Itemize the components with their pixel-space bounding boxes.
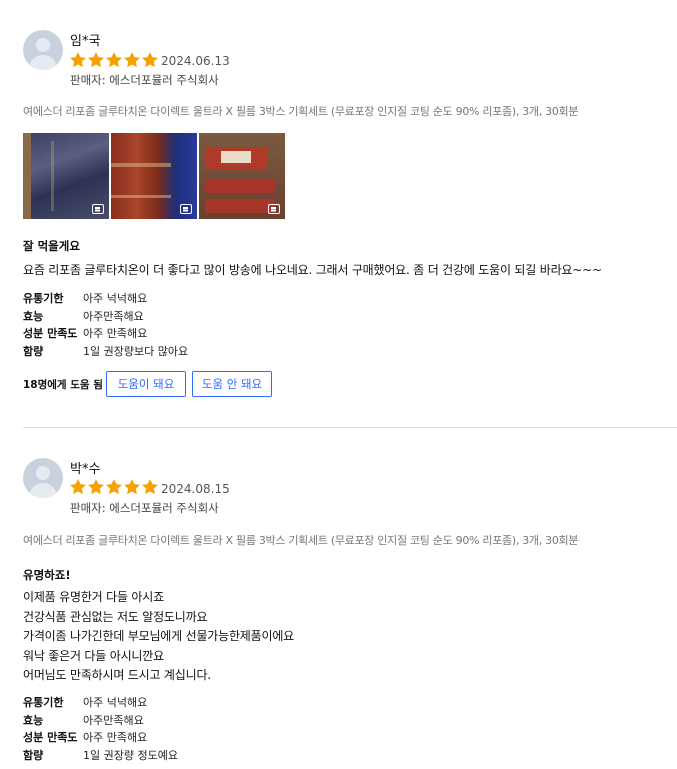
survey-answer: 아주 만족해요 [83,731,148,745]
star-icon [105,51,123,69]
survey-answer: 1일 권장량보다 많아요 [83,345,189,359]
avatar [23,30,63,70]
helpful-no-button[interactable]: 도움 안 돼요 [192,371,272,397]
survey-question: 효능 [23,309,44,323]
avatar [23,458,63,498]
survey-row: 효능 아주만족해요 [23,308,188,326]
survey-answer: 아주만족해요 [83,309,144,323]
photo-review-icon [180,204,192,214]
review-photos [23,133,285,219]
review-date: 2024.06.13 [161,54,230,68]
seller-label: 판매자: 에스더포뮬러 주식회사 [70,73,219,87]
survey-row: 효능 아주만족해요 [23,712,178,730]
star-icon [123,478,141,496]
product-option: 여에스더 리포좀 글루타치온 다이렉트 울트라 X 필름 3박스 기획세트 (무… [23,105,579,118]
review-headline: 잘 먹을게요 [23,239,80,253]
review-photo[interactable] [111,133,197,219]
review-body-line: 워낙 좋은거 다들 아시니깐요 [23,648,164,663]
survey-answer: 아주 넉넉해요 [83,696,148,709]
survey-row: 유통기한 아주 넉넉해요 [23,290,188,308]
helpful-count: 18명에게 도움 됨 [23,379,103,391]
star-icon [69,478,87,496]
survey-row: 함량 1일 권장량보다 많아요 [23,343,188,361]
survey-row: 성분 만족도 아주 만족해요 [23,729,178,747]
helpful-yes-button[interactable]: 도움이 돼요 [106,371,186,397]
star-icon [87,51,105,69]
survey-question: 효능 [23,713,44,727]
review-divider [23,427,677,428]
survey-answer: 1일 권장량 정도예요 [83,749,178,763]
review-photo[interactable] [23,133,109,219]
survey-answers: 유통기한 아주 넉넉해요 효능 아주만족해요 성분 만족도 아주 만족해요 함량… [23,290,188,361]
survey-question: 성분 만족도 [23,731,78,745]
seller-label: 판매자: 에스더포뮬러 주식회사 [70,501,219,515]
survey-row: 함량 1일 권장량 정도예요 [23,747,178,765]
review-body-line: 어머님도 만족하시며 드시고 계십니다. [23,668,211,682]
survey-question: 함량 [23,345,44,359]
review-body-line: 이제품 유명한거 다들 아시죠 [23,590,164,604]
survey-answer: 아주만족해요 [83,713,144,727]
star-icon [69,51,87,69]
star-icon [141,478,159,496]
photo-review-icon [92,204,104,214]
review-body: 요즘 리포좀 글루타치온이 더 좋다고 많이 방송에 나오네요. 그래서 구매했… [23,261,602,281]
reviewer-name: 임*국 [70,34,101,49]
survey-answer: 아주 만족해요 [83,327,148,341]
star-icon [87,478,105,496]
star-icon [123,51,141,69]
reviewer-name: 박*수 [70,462,101,477]
star-rating [69,478,159,496]
star-icon [105,478,123,496]
survey-question: 유통기한 [23,292,64,305]
survey-answer: 아주 넉넉해요 [83,292,148,305]
photo-review-icon [268,204,280,214]
survey-question: 유통기한 [23,696,64,709]
review-body: 이제품 유명한거 다들 아시죠 건강식품 관심없는 저도 알정도니까요 가격이좀… [23,588,294,686]
survey-row: 성분 만족도 아주 만족해요 [23,325,188,343]
review-date: 2024.08.15 [161,482,230,496]
survey-question: 성분 만족도 [23,327,78,341]
survey-question: 함량 [23,749,44,763]
star-rating [69,51,159,69]
review-photo[interactable] [199,133,285,219]
review-body-line: 요즘 리포좀 글루타치온이 더 좋다고 많이 방송에 나오네요. 그래서 구매했… [23,263,602,277]
survey-row: 유통기한 아주 넉넉해요 [23,694,178,712]
review-headline: 유명하죠! [23,568,71,582]
review-body-line: 가격이좀 나가긴한데 부모님에게 선물가능한제품이에요 [23,629,295,643]
star-icon [141,51,159,69]
survey-answers: 유통기한 아주 넉넉해요 효능 아주만족해요 성분 만족도 아주 만족해요 함량… [23,694,178,765]
product-option: 여에스더 리포좀 글루타치온 다이렉트 울트라 X 필름 3박스 기획세트 (무… [23,534,579,547]
review-body-line: 건강식품 관심없는 저도 알정도니까요 [23,609,208,624]
